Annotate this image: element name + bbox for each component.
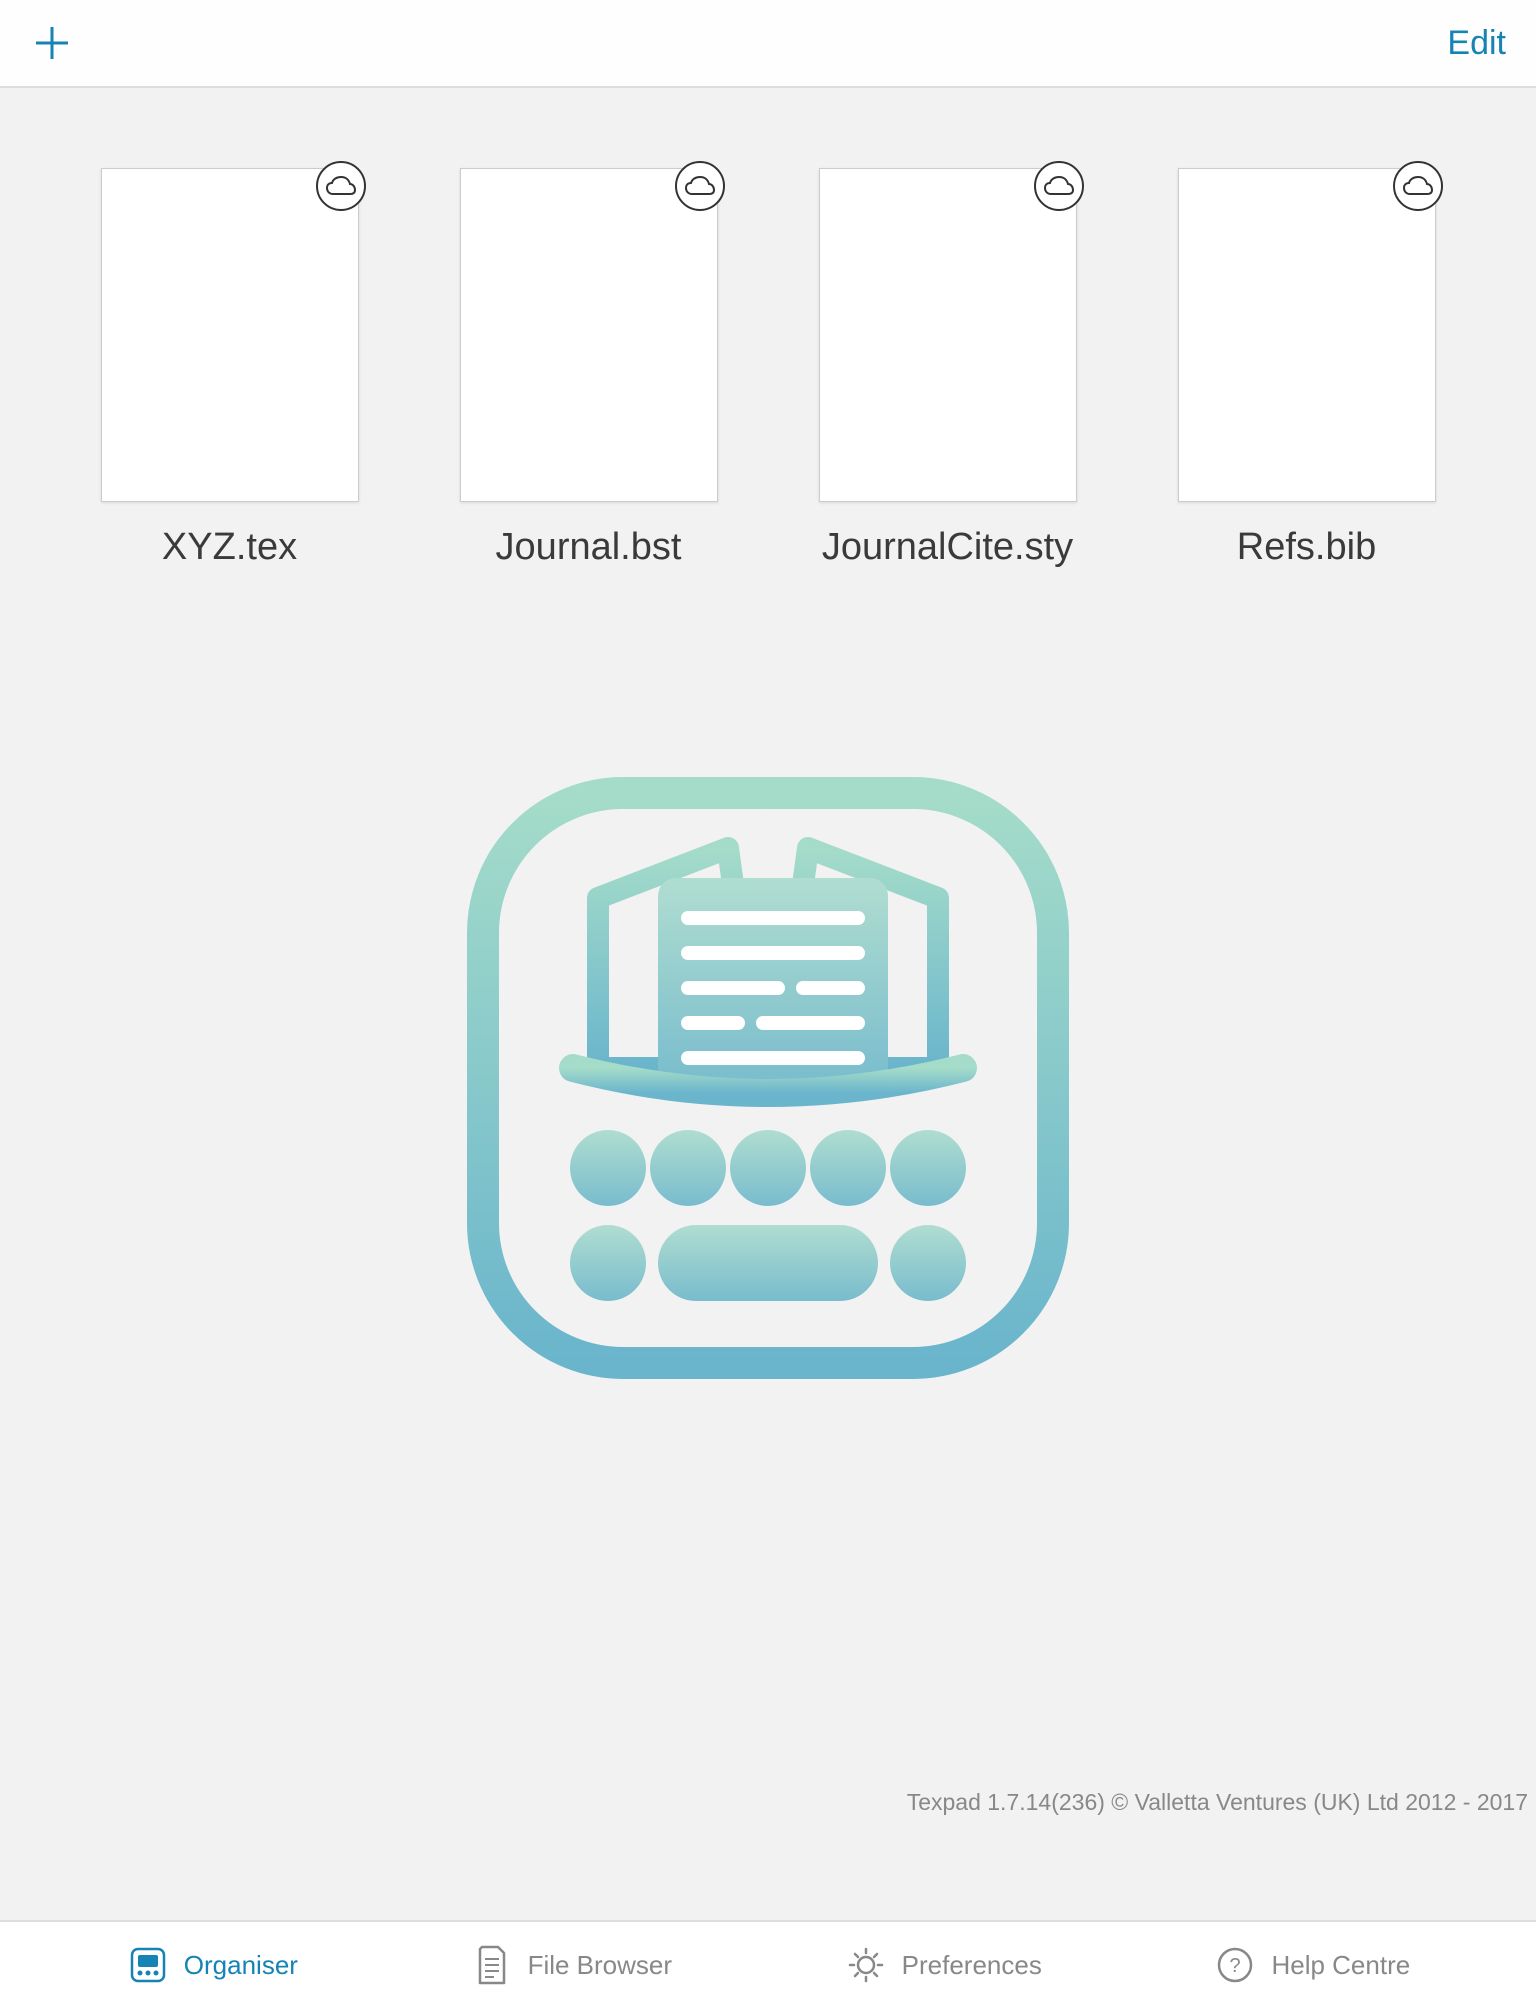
svg-text:?: ? [1230, 1955, 1241, 1977]
tab-label: Help Centre [1271, 1950, 1410, 1981]
add-button[interactable] [30, 21, 74, 65]
cloud-icon [326, 176, 356, 196]
file-thumbnail [460, 168, 718, 502]
tab-file-browser[interactable]: File Browser [470, 1943, 672, 1987]
top-toolbar: Edit [0, 0, 1536, 88]
tab-label: Organiser [184, 1950, 298, 1981]
cloud-icon [1403, 176, 1433, 196]
file-item[interactable]: JournalCite.sty [818, 168, 1077, 569]
file-name-label: JournalCite.sty [822, 526, 1073, 569]
footer-copyright: Texpad 1.7.14(236) © Valletta Ventures (… [907, 1789, 1528, 1816]
cloud-badge [316, 161, 366, 211]
file-thumbnail [819, 168, 1077, 502]
edit-button[interactable]: Edit [1447, 24, 1506, 63]
tab-label: File Browser [528, 1950, 672, 1981]
tab-organiser[interactable]: Organiser [126, 1943, 298, 1987]
file-name-label: XYZ.tex [162, 526, 297, 569]
bottom-tab-bar: Organiser File Browser Preferences [0, 1920, 1536, 2008]
file-thumbnail [1178, 168, 1436, 502]
cloud-icon [685, 176, 715, 196]
tab-label: Preferences [902, 1950, 1042, 1981]
file-browser-icon [470, 1943, 514, 1987]
cloud-badge [1393, 161, 1443, 211]
tab-preferences[interactable]: Preferences [844, 1943, 1042, 1987]
cloud-badge [675, 161, 725, 211]
app-logo [458, 768, 1078, 1388]
tab-help-centre[interactable]: ? Help Centre [1213, 1943, 1410, 1987]
organiser-icon [126, 1943, 170, 1987]
preferences-icon [844, 1943, 888, 1987]
file-thumbnail [101, 168, 359, 502]
help-centre-icon: ? [1213, 1943, 1257, 1987]
content-area: XYZ.tex Journal.bst Jour [0, 88, 1536, 1920]
file-grid: XYZ.tex Journal.bst Jour [100, 168, 1436, 569]
texpad-logo-icon [458, 768, 1078, 1388]
cloud-icon [1044, 176, 1074, 196]
file-item[interactable]: Journal.bst [459, 168, 718, 569]
file-item[interactable]: Refs.bib [1177, 168, 1436, 569]
file-item[interactable]: XYZ.tex [100, 168, 359, 569]
plus-icon [34, 25, 70, 61]
file-name-label: Refs.bib [1237, 526, 1376, 569]
cloud-badge [1034, 161, 1084, 211]
file-name-label: Journal.bst [496, 526, 682, 569]
